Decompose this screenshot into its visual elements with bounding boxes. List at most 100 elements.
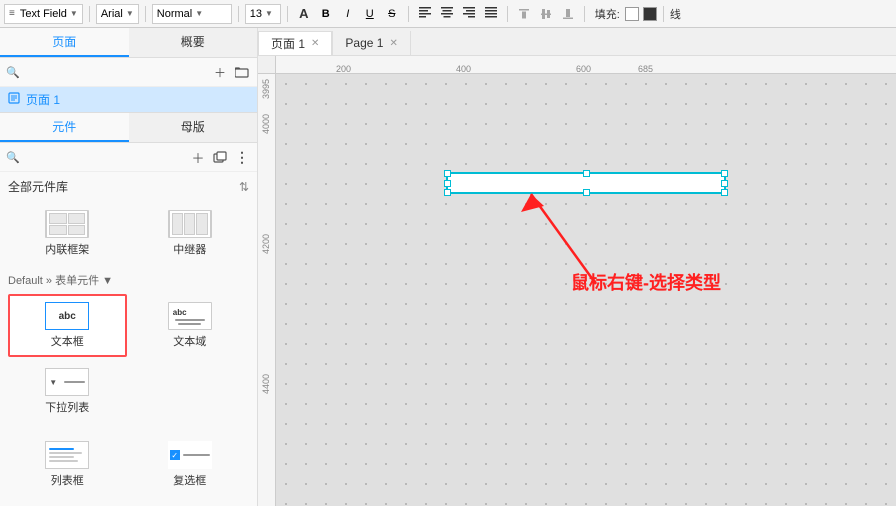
align-center-icon bbox=[441, 6, 453, 21]
ruler-corner bbox=[258, 56, 276, 74]
pages-search-input[interactable] bbox=[24, 62, 207, 82]
canvas-content[interactable]: 鼠标右键-选择类型 bbox=[276, 74, 896, 506]
handle-mr[interactable] bbox=[721, 180, 728, 187]
more-comp-button[interactable]: ⋮ bbox=[233, 148, 251, 166]
top-comp-grid: 内联框架 中继器 bbox=[0, 199, 257, 268]
ruler-mark-600: 600 bbox=[576, 64, 591, 73]
canvas-tab-1[interactable]: 页面 1 ✕ bbox=[258, 31, 332, 55]
align-right-button[interactable] bbox=[459, 4, 479, 24]
listbox-icon bbox=[45, 441, 89, 469]
pages-search-icon: 🔍 bbox=[6, 66, 20, 79]
handle-tr[interactable] bbox=[721, 170, 728, 177]
ruler-left: 3995 4000 4200 4400 bbox=[258, 74, 276, 506]
comp-radio[interactable]: 单选按钮 bbox=[8, 499, 127, 506]
folder-button[interactable] bbox=[233, 63, 251, 81]
canvas-tab-2[interactable]: Page 1 ✕ bbox=[332, 31, 410, 55]
checkbox-icon: ✓ bbox=[168, 441, 212, 469]
divider-7 bbox=[584, 6, 585, 22]
bold-button[interactable]: B bbox=[316, 4, 336, 24]
tab-pages[interactable]: 页面 bbox=[0, 28, 129, 57]
tab-components[interactable]: 元件 bbox=[0, 113, 129, 142]
tab-overview[interactable]: 概要 bbox=[129, 28, 258, 57]
canvas-wrapper: 200 400 600 685 3995 4000 4200 4400 bbox=[258, 56, 896, 506]
comp-relay[interactable]: 中继器 bbox=[131, 203, 250, 264]
comp-dropdown[interactable]: ▼ 下拉列表 bbox=[8, 361, 127, 422]
main-toolbar: ≡ Text Field ▼ Arial ▼ Normal ▼ 13 ▼ A B… bbox=[0, 0, 896, 28]
comp-search-row: 🔍 ＋ ⋮ bbox=[0, 143, 257, 172]
divider-3 bbox=[238, 6, 239, 22]
italic-icon: I bbox=[346, 8, 349, 20]
component-type-label: Text Field bbox=[20, 8, 67, 20]
comp-text-area[interactable]: abc 文本域 bbox=[131, 294, 250, 357]
ruler-mark-685: 685 bbox=[638, 64, 653, 73]
strikethrough-icon: S bbox=[388, 8, 395, 20]
handle-ml[interactable] bbox=[444, 180, 451, 187]
comp-search-icon: 🔍 bbox=[6, 151, 20, 164]
ruler-mark-4200: 4200 bbox=[261, 234, 271, 254]
text-area-label: 文本域 bbox=[173, 333, 206, 349]
font-family-dropdown[interactable]: Arial ▼ bbox=[96, 4, 139, 24]
tab-masters[interactable]: 母版 bbox=[129, 113, 258, 142]
add-page-button[interactable]: ＋ bbox=[211, 63, 229, 81]
align-left-button[interactable] bbox=[415, 4, 435, 24]
canvas-tab-1-close[interactable]: ✕ bbox=[311, 38, 319, 49]
main-content: 页面 概要 🔍 ＋ 页面 1 bbox=[0, 28, 896, 506]
page-item-label: 页面 1 bbox=[26, 91, 60, 108]
comp-search-input[interactable] bbox=[24, 147, 185, 167]
sort-icon[interactable]: ⇅ bbox=[239, 180, 249, 194]
font-family-arrow: ▼ bbox=[126, 9, 134, 18]
fill-color-dark[interactable] bbox=[643, 7, 657, 21]
font-size-dropdown[interactable]: 13 ▼ bbox=[245, 4, 281, 24]
font-color-button[interactable]: A bbox=[294, 4, 314, 24]
bold-icon: B bbox=[322, 8, 330, 20]
canvas-tab-2-close[interactable]: ✕ bbox=[389, 38, 397, 49]
ruler-mark-4400: 4400 bbox=[261, 374, 271, 394]
relay-icon bbox=[168, 210, 212, 238]
relay-label: 中继器 bbox=[173, 241, 206, 257]
form-comp-grid: abc 文本框 abc 文本域 ▼ bbox=[0, 290, 257, 426]
add-comp-button[interactable]: ＋ bbox=[189, 148, 207, 166]
handle-tl[interactable] bbox=[444, 170, 451, 177]
inline-frame-icon bbox=[45, 210, 89, 238]
underline-button[interactable]: U bbox=[360, 4, 380, 24]
align-justify-button[interactable] bbox=[481, 4, 501, 24]
handle-br[interactable] bbox=[721, 189, 728, 196]
checkbox-label: 复选框 bbox=[173, 472, 206, 488]
inline-frame-label: 内联框架 bbox=[45, 241, 89, 257]
align-right-icon bbox=[463, 6, 475, 21]
comp-inline-frame[interactable]: 内联框架 bbox=[8, 203, 127, 264]
comp-section-title: 全部元件库 ⇅ bbox=[0, 172, 257, 199]
form-comp-grid-2: 列表框 ✓ 复选框 单选按钮 bbox=[0, 430, 257, 506]
fill-color-white[interactable] bbox=[625, 7, 639, 21]
font-size-arrow: ▼ bbox=[265, 9, 273, 18]
ruler-mark-4000: 4000 bbox=[261, 114, 271, 134]
comp-tabs: 元件 母版 bbox=[0, 113, 257, 143]
valign-bottom-button[interactable] bbox=[558, 4, 578, 24]
handle-bl[interactable] bbox=[444, 189, 451, 196]
italic-button[interactable]: I bbox=[338, 4, 358, 24]
text-field-label: 文本框 bbox=[51, 333, 84, 349]
font-style-dropdown[interactable]: Normal ▼ bbox=[152, 4, 232, 24]
left-panel: 页面 概要 🔍 ＋ 页面 1 bbox=[0, 28, 258, 506]
strikethrough-button[interactable]: S bbox=[382, 4, 402, 24]
listbox-label: 列表框 bbox=[51, 472, 84, 488]
component-type-dropdown[interactable]: ≡ Text Field ▼ bbox=[4, 4, 83, 24]
comp-checkbox[interactable]: ✓ 复选框 bbox=[131, 434, 250, 495]
text-area-icon: abc bbox=[168, 302, 212, 330]
comp-listbox[interactable]: 列表框 bbox=[8, 434, 127, 495]
pages-search-row: 🔍 ＋ bbox=[0, 58, 257, 87]
divider-6 bbox=[507, 6, 508, 22]
category-label: Default » 表单元件 ▼ bbox=[0, 268, 257, 290]
components-section: 元件 母版 🔍 ＋ ⋮ 全部元件库 ⇅ bbox=[0, 113, 257, 506]
font-style-arrow: ▼ bbox=[195, 9, 203, 18]
comp-text-field[interactable]: abc 文本框 bbox=[8, 294, 127, 357]
divider-5 bbox=[408, 6, 409, 22]
valign-middle-button[interactable] bbox=[536, 4, 556, 24]
divider-2 bbox=[145, 6, 146, 22]
copy-comp-button[interactable] bbox=[211, 148, 229, 166]
canvas-body: 3995 4000 4200 4400 bbox=[258, 74, 896, 506]
valign-top-button[interactable] bbox=[514, 4, 534, 24]
page-item-1[interactable]: 页面 1 bbox=[0, 87, 257, 112]
align-center-button[interactable] bbox=[437, 4, 457, 24]
canvas-area: 页面 1 ✕ Page 1 ✕ 200 400 600 685 bbox=[258, 28, 896, 506]
